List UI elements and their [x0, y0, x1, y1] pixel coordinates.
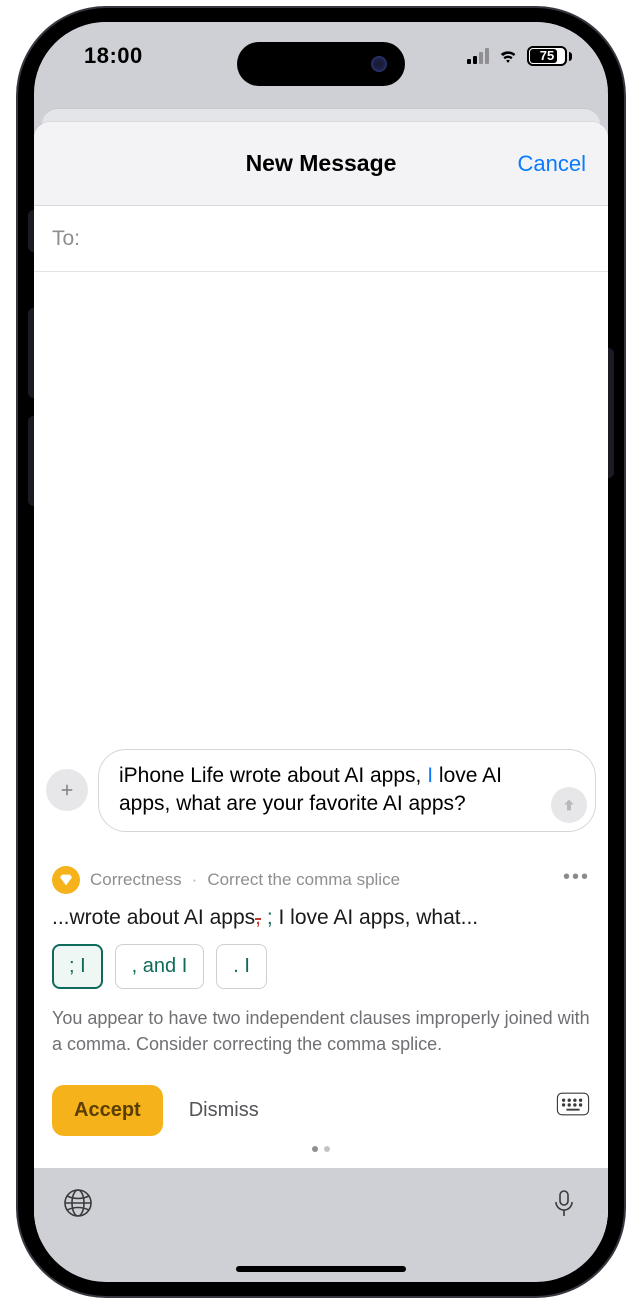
grammar-panel: Correctness · Correct the comma splice •… — [34, 850, 608, 1168]
more-options-button[interactable]: ••• — [563, 866, 590, 889]
sentence-tail: I love AI apps, what... — [279, 906, 479, 929]
battery-percent: 75 — [540, 48, 554, 63]
sheet-header: New Message Cancel — [34, 122, 608, 206]
sheet-title: New Message — [246, 150, 397, 177]
screen: 18:00 75 New Message Cancel — [34, 22, 608, 1282]
globe-button[interactable] — [62, 1187, 94, 1224]
plus-icon — [58, 781, 76, 799]
arrow-up-icon — [561, 797, 577, 813]
grammar-header: Correctness · Correct the comma splice •… — [52, 866, 590, 894]
suggestion-chips: ; I , and I . I — [52, 944, 590, 989]
page-dots — [52, 1146, 590, 1152]
message-text-before: iPhone Life wrote about AI apps, — [119, 764, 427, 787]
show-keyboard-button[interactable] — [556, 1091, 590, 1122]
keyboard-icon — [556, 1091, 590, 1117]
message-input[interactable]: iPhone Life wrote about AI apps, I love … — [98, 749, 596, 832]
compose-row: iPhone Life wrote about AI apps, I love … — [34, 741, 608, 850]
grammar-category: Correctness — [90, 870, 182, 890]
chip-semicolon[interactable]: ; I — [52, 944, 103, 989]
grammar-title: Correct the comma splice — [207, 870, 400, 890]
separator-dot: · — [192, 870, 198, 890]
premium-badge-icon — [52, 866, 80, 894]
wifi-icon — [497, 45, 519, 67]
chip-and[interactable]: , and I — [115, 944, 205, 989]
dynamic-island — [237, 42, 405, 86]
to-label: To: — [52, 227, 80, 251]
grammar-sentence: ...wrote about AI apps, ; I love AI apps… — [52, 906, 590, 930]
to-field[interactable]: To: — [34, 206, 608, 272]
microphone-icon — [548, 1187, 580, 1219]
chip-period[interactable]: . I — [216, 944, 267, 989]
sentence-insert: ; — [261, 906, 279, 929]
sentence-lead: ...wrote about AI apps — [52, 906, 255, 929]
grammar-explanation: You appear to have two independent claus… — [52, 1005, 590, 1057]
thread-area — [34, 272, 608, 741]
cancel-button[interactable]: Cancel — [518, 151, 586, 177]
cell-signal-icon — [467, 48, 489, 64]
front-camera-icon — [371, 56, 387, 72]
status-time: 18:00 — [84, 43, 143, 69]
battery-icon: 75 — [527, 46, 572, 66]
keyboard-toolbar — [34, 1168, 608, 1242]
globe-icon — [62, 1187, 94, 1219]
dictate-button[interactable] — [548, 1187, 580, 1224]
status-icons: 75 — [467, 45, 572, 67]
sentence-strike: , — [255, 906, 261, 929]
send-button[interactable] — [551, 787, 587, 823]
compose-sheet: New Message Cancel To: iPhone Life wrote… — [34, 122, 608, 1242]
home-indicator[interactable] — [236, 1266, 406, 1272]
add-attachment-button[interactable] — [46, 769, 88, 811]
phone-frame: 18:00 75 New Message Cancel — [18, 8, 624, 1296]
grammar-actions: Accept Dismiss — [52, 1085, 590, 1136]
accept-button[interactable]: Accept — [52, 1085, 163, 1136]
dismiss-button[interactable]: Dismiss — [189, 1099, 259, 1122]
